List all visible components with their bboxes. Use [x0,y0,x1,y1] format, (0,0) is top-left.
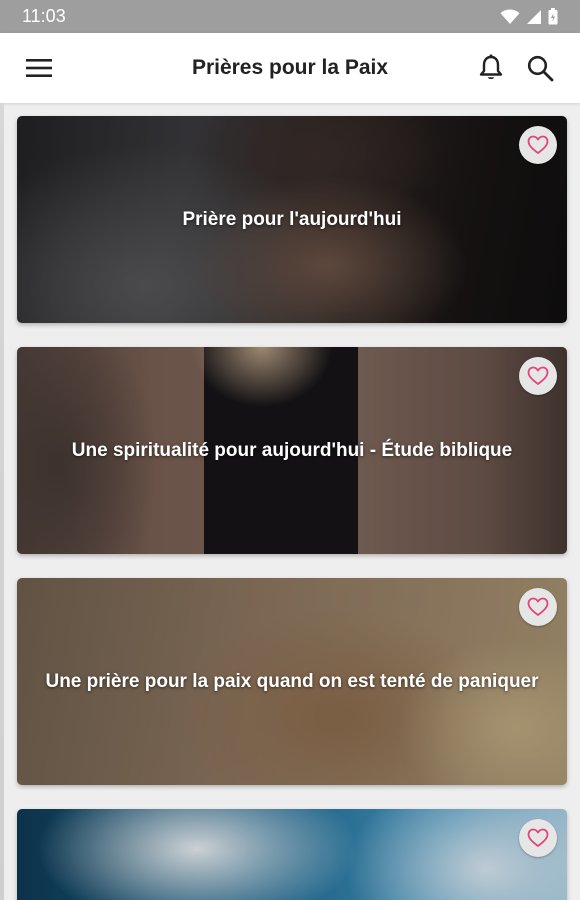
menu-button[interactable] [20,49,58,87]
bell-icon [478,54,504,82]
prayer-card[interactable]: Une prière pour la paix quand on est ten… [17,578,567,785]
battery-icon [548,8,558,25]
card-title: Une spiritualité pour aujourd'hui - Étud… [71,439,513,461]
favorite-button[interactable] [519,819,557,857]
prayer-card[interactable]: Prière pour l'aujourd'hui [17,116,567,323]
notifications-button[interactable] [472,49,510,87]
status-icons [500,8,558,25]
favorite-button[interactable] [519,588,557,626]
app-bar: Prières pour la Paix [0,33,580,103]
status-bar: 11:03 [0,0,580,33]
prayer-card[interactable]: Une spiritualité pour aujourd'hui - Étud… [17,347,567,554]
app-screen: 11:03 Prières pour la Paix Prière pour l… [0,0,580,900]
heart-outline-icon [527,366,549,386]
card-title [33,809,551,900]
heart-outline-icon [527,597,549,617]
card-title: Une prière pour la paix quand on est ten… [45,670,539,692]
wifi-icon [500,8,520,25]
card-title: Prière pour l'aujourd'hui [182,208,402,230]
search-icon [526,54,554,82]
favorite-button[interactable] [519,126,557,164]
screen-edge [0,103,4,900]
heart-outline-icon [527,135,549,155]
prayer-card[interactable] [17,809,567,900]
heart-outline-icon [527,828,549,848]
search-button[interactable] [520,49,560,87]
status-time: 11:03 [22,6,66,26]
menu-icon [26,58,52,78]
signal-icon [526,9,542,25]
favorite-button[interactable] [519,357,557,395]
